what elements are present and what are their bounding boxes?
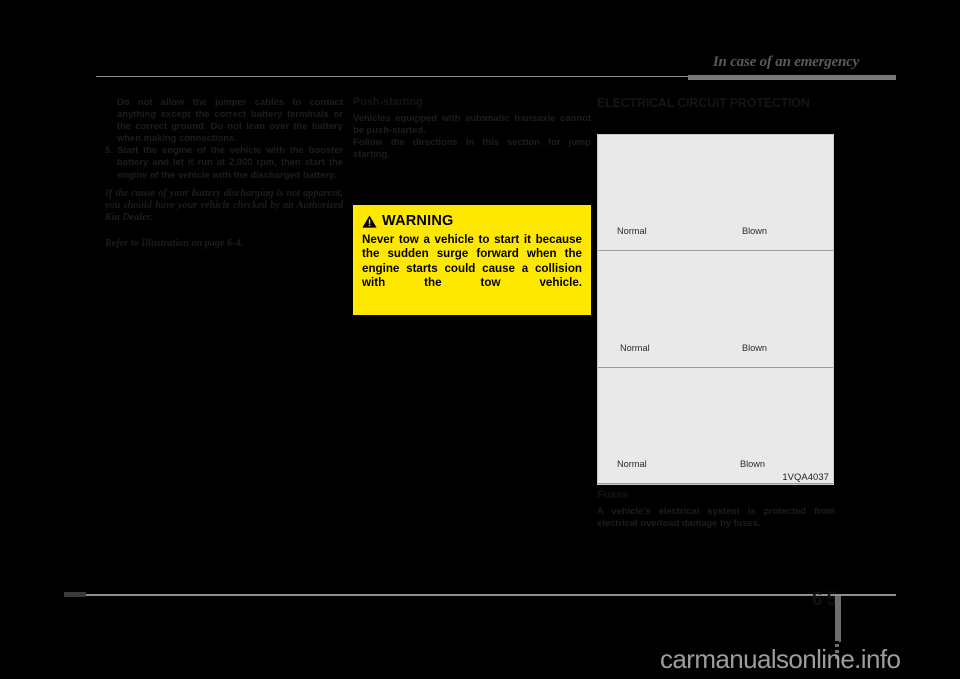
fuse-panel: Normal Blown: [598, 251, 833, 368]
fuse-blown-label: Blown: [740, 458, 766, 469]
page-chapter: 6: [812, 589, 824, 610]
push-starting-paragraph-2: Follow the directions in this section fo…: [353, 136, 591, 160]
push-starting-paragraph-1: Vehicles equipped with automatic transax…: [353, 112, 591, 136]
push-starting-heading: Push-starting: [353, 96, 423, 108]
fuse-panel: Normal Blown: [598, 368, 833, 484]
site-watermark: carmanualsonline.info: [660, 644, 901, 674]
warning-header: WARNING: [362, 213, 582, 229]
fuse-normal-label: Normal: [617, 226, 647, 237]
electrical-circuit-protection-heading: ELECTRICAL CIRCUIT PROTECTION: [597, 96, 810, 110]
warning-label: WARNING: [382, 213, 454, 229]
warning-box: WARNING Never tow a vehicle to start it …: [353, 205, 591, 316]
fuses-paragraph: A vehicle's electrical system is protect…: [597, 505, 835, 529]
page-number: 6 5: [812, 589, 872, 613]
fuse-illustration: Normal Blown Normal Blown Normal Blown 1…: [597, 134, 834, 485]
manual-page: In case of an emergency Do not allow the…: [0, 0, 960, 679]
italic-note: If the cause of your battery discharging…: [105, 187, 343, 223]
step-text: Start the engine of the vehicle with the…: [117, 144, 343, 180]
page-thumb-tab: [835, 596, 841, 642]
right-text-column: ELECTRICAL CIRCUIT PROTECTION: [597, 96, 835, 116]
fuses-heading: Fuses: [597, 489, 629, 501]
step-number: 5.: [105, 144, 113, 156]
fuse-normal-label: Normal: [620, 342, 650, 353]
fuse-blown-label: Blown: [742, 226, 768, 237]
refer-note: Refer to Illustration on page 6-4.: [105, 237, 244, 249]
numbered-step: 5. Start the engine of the vehicle with …: [105, 144, 343, 180]
fuses-section: Fuses A vehicle's electrical system is p…: [597, 489, 835, 529]
footer-rule: [64, 594, 896, 596]
header-accent-bar: [688, 75, 896, 80]
fuse-blown-label: Blown: [742, 342, 768, 353]
figure-code: 1VQA4037: [782, 471, 829, 482]
warning-text: Never tow a vehicle to start it because …: [362, 233, 582, 290]
page-header: In case of an emergency: [96, 54, 896, 80]
footer-mark: [64, 592, 86, 597]
fuse-normal-label: Normal: [617, 458, 647, 469]
warning-triangle-icon: [362, 215, 377, 228]
left-text-column: Do not allow the jumper cables to contac…: [105, 96, 343, 250]
page-title: In case of an emergency: [712, 54, 860, 70]
continued-note: Do not allow the jumper cables to contac…: [117, 96, 343, 144]
middle-text-column: Push-starting Vehicles equipped with aut…: [353, 96, 591, 160]
fuse-panel: Normal Blown: [598, 135, 833, 252]
